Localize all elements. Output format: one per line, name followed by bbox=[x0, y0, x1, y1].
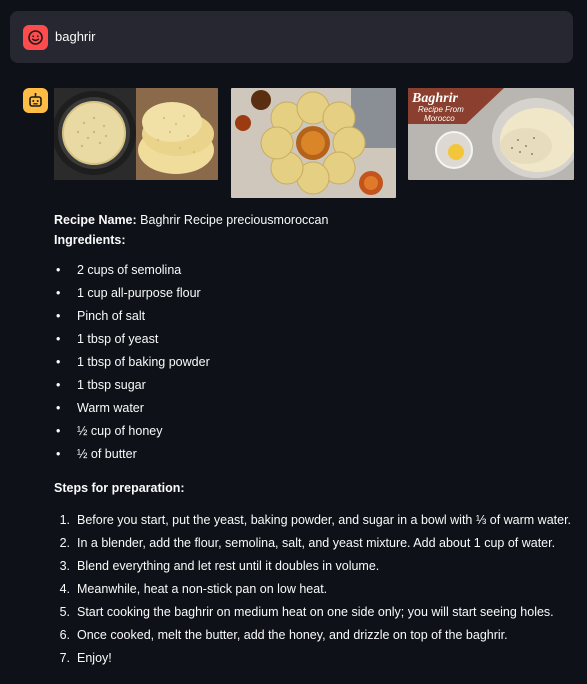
list-item: Warm water bbox=[54, 400, 579, 423]
step-text: Before you start, put the yeast, baking … bbox=[77, 513, 572, 527]
recipe-name-line: Recipe Name: Baghrir Recipe preciousmoro… bbox=[54, 212, 579, 232]
list-item: Pinch of salt bbox=[54, 308, 579, 331]
list-item: ½ of butter bbox=[54, 446, 579, 469]
step-number: 5. bbox=[59, 605, 70, 619]
step-number: 1. bbox=[59, 513, 70, 527]
step-text: Meanwhile, heat a non-stick pan on low h… bbox=[77, 582, 328, 596]
ingredients-list: 2 cups of semolina 1 cup all-purpose flo… bbox=[54, 262, 579, 469]
thumbnail-subtitle-line1: Recipe From bbox=[418, 105, 464, 114]
step-text: Blend everything and let rest until it d… bbox=[77, 559, 380, 573]
ingredients-heading: Ingredients: bbox=[54, 232, 579, 252]
step-text: Start cooking the baghrir on medium heat… bbox=[77, 605, 554, 619]
list-item: 1 tbsp of yeast bbox=[54, 331, 579, 354]
robot-face-icon bbox=[23, 88, 48, 113]
recipe-name-value: Baghrir Recipe preciousmoroccan bbox=[136, 213, 329, 227]
assistant-message: Recipe Name: Baghrir Recipe preciousmoro… bbox=[54, 212, 579, 673]
list-item: 1 tbsp of baking powder bbox=[54, 354, 579, 377]
baghrir-recipe-thumbnail[interactable]: Baghrir Recipe From Morocco bbox=[408, 88, 574, 180]
step-text: In a blender, add the flour, semolina, s… bbox=[77, 536, 556, 550]
baghrir-pan-photo[interactable] bbox=[54, 88, 218, 180]
list-item: 1 cup all-purpose flour bbox=[54, 285, 579, 308]
list-item: 5. Start cooking the baghrir on medium he… bbox=[54, 604, 579, 627]
recipe-images: Baghrir Recipe From Morocco bbox=[54, 88, 574, 198]
thumbnail-title: Baghrir bbox=[411, 91, 458, 106]
step-number: 2. bbox=[59, 536, 70, 550]
thumbnail-subtitle-line2: Morocco bbox=[424, 114, 455, 123]
list-item: 3. Blend everything and let rest until it… bbox=[54, 558, 579, 581]
step-number: 6. bbox=[59, 628, 70, 642]
baghrir-platter-photo[interactable] bbox=[231, 88, 396, 198]
step-number: 7. bbox=[59, 651, 70, 665]
list-item: 2. In a blender, add the flour, semolina,… bbox=[54, 535, 579, 558]
step-number: 3. bbox=[59, 559, 70, 573]
user-message: baghrir bbox=[10, 11, 573, 63]
list-item: 6. Once cooked, melt the butter, add the … bbox=[54, 627, 579, 650]
steps-list: 1. Before you start, put the yeast, bakin… bbox=[54, 512, 579, 673]
step-text: Once cooked, melt the butter, add the ho… bbox=[77, 628, 508, 642]
list-item: 1. Before you start, put the yeast, bakin… bbox=[54, 512, 579, 535]
steps-heading: Steps for preparation: bbox=[54, 481, 185, 495]
ingredients-label: Ingredients: bbox=[54, 233, 126, 247]
user-message-text: baghrir bbox=[55, 29, 96, 44]
list-item: 1 tbsp sugar bbox=[54, 377, 579, 400]
user-avatar-icon bbox=[23, 25, 48, 50]
list-item: ½ cup of honey bbox=[54, 423, 579, 446]
step-number: 4. bbox=[59, 582, 70, 596]
step-text: Enjoy! bbox=[77, 651, 112, 665]
list-item: 2 cups of semolina bbox=[54, 262, 579, 285]
list-item: 7. Enjoy! bbox=[54, 650, 579, 673]
list-item: 4. Meanwhile, heat a non-stick pan on low… bbox=[54, 581, 579, 604]
recipe-name-label: Recipe Name: bbox=[54, 213, 137, 227]
